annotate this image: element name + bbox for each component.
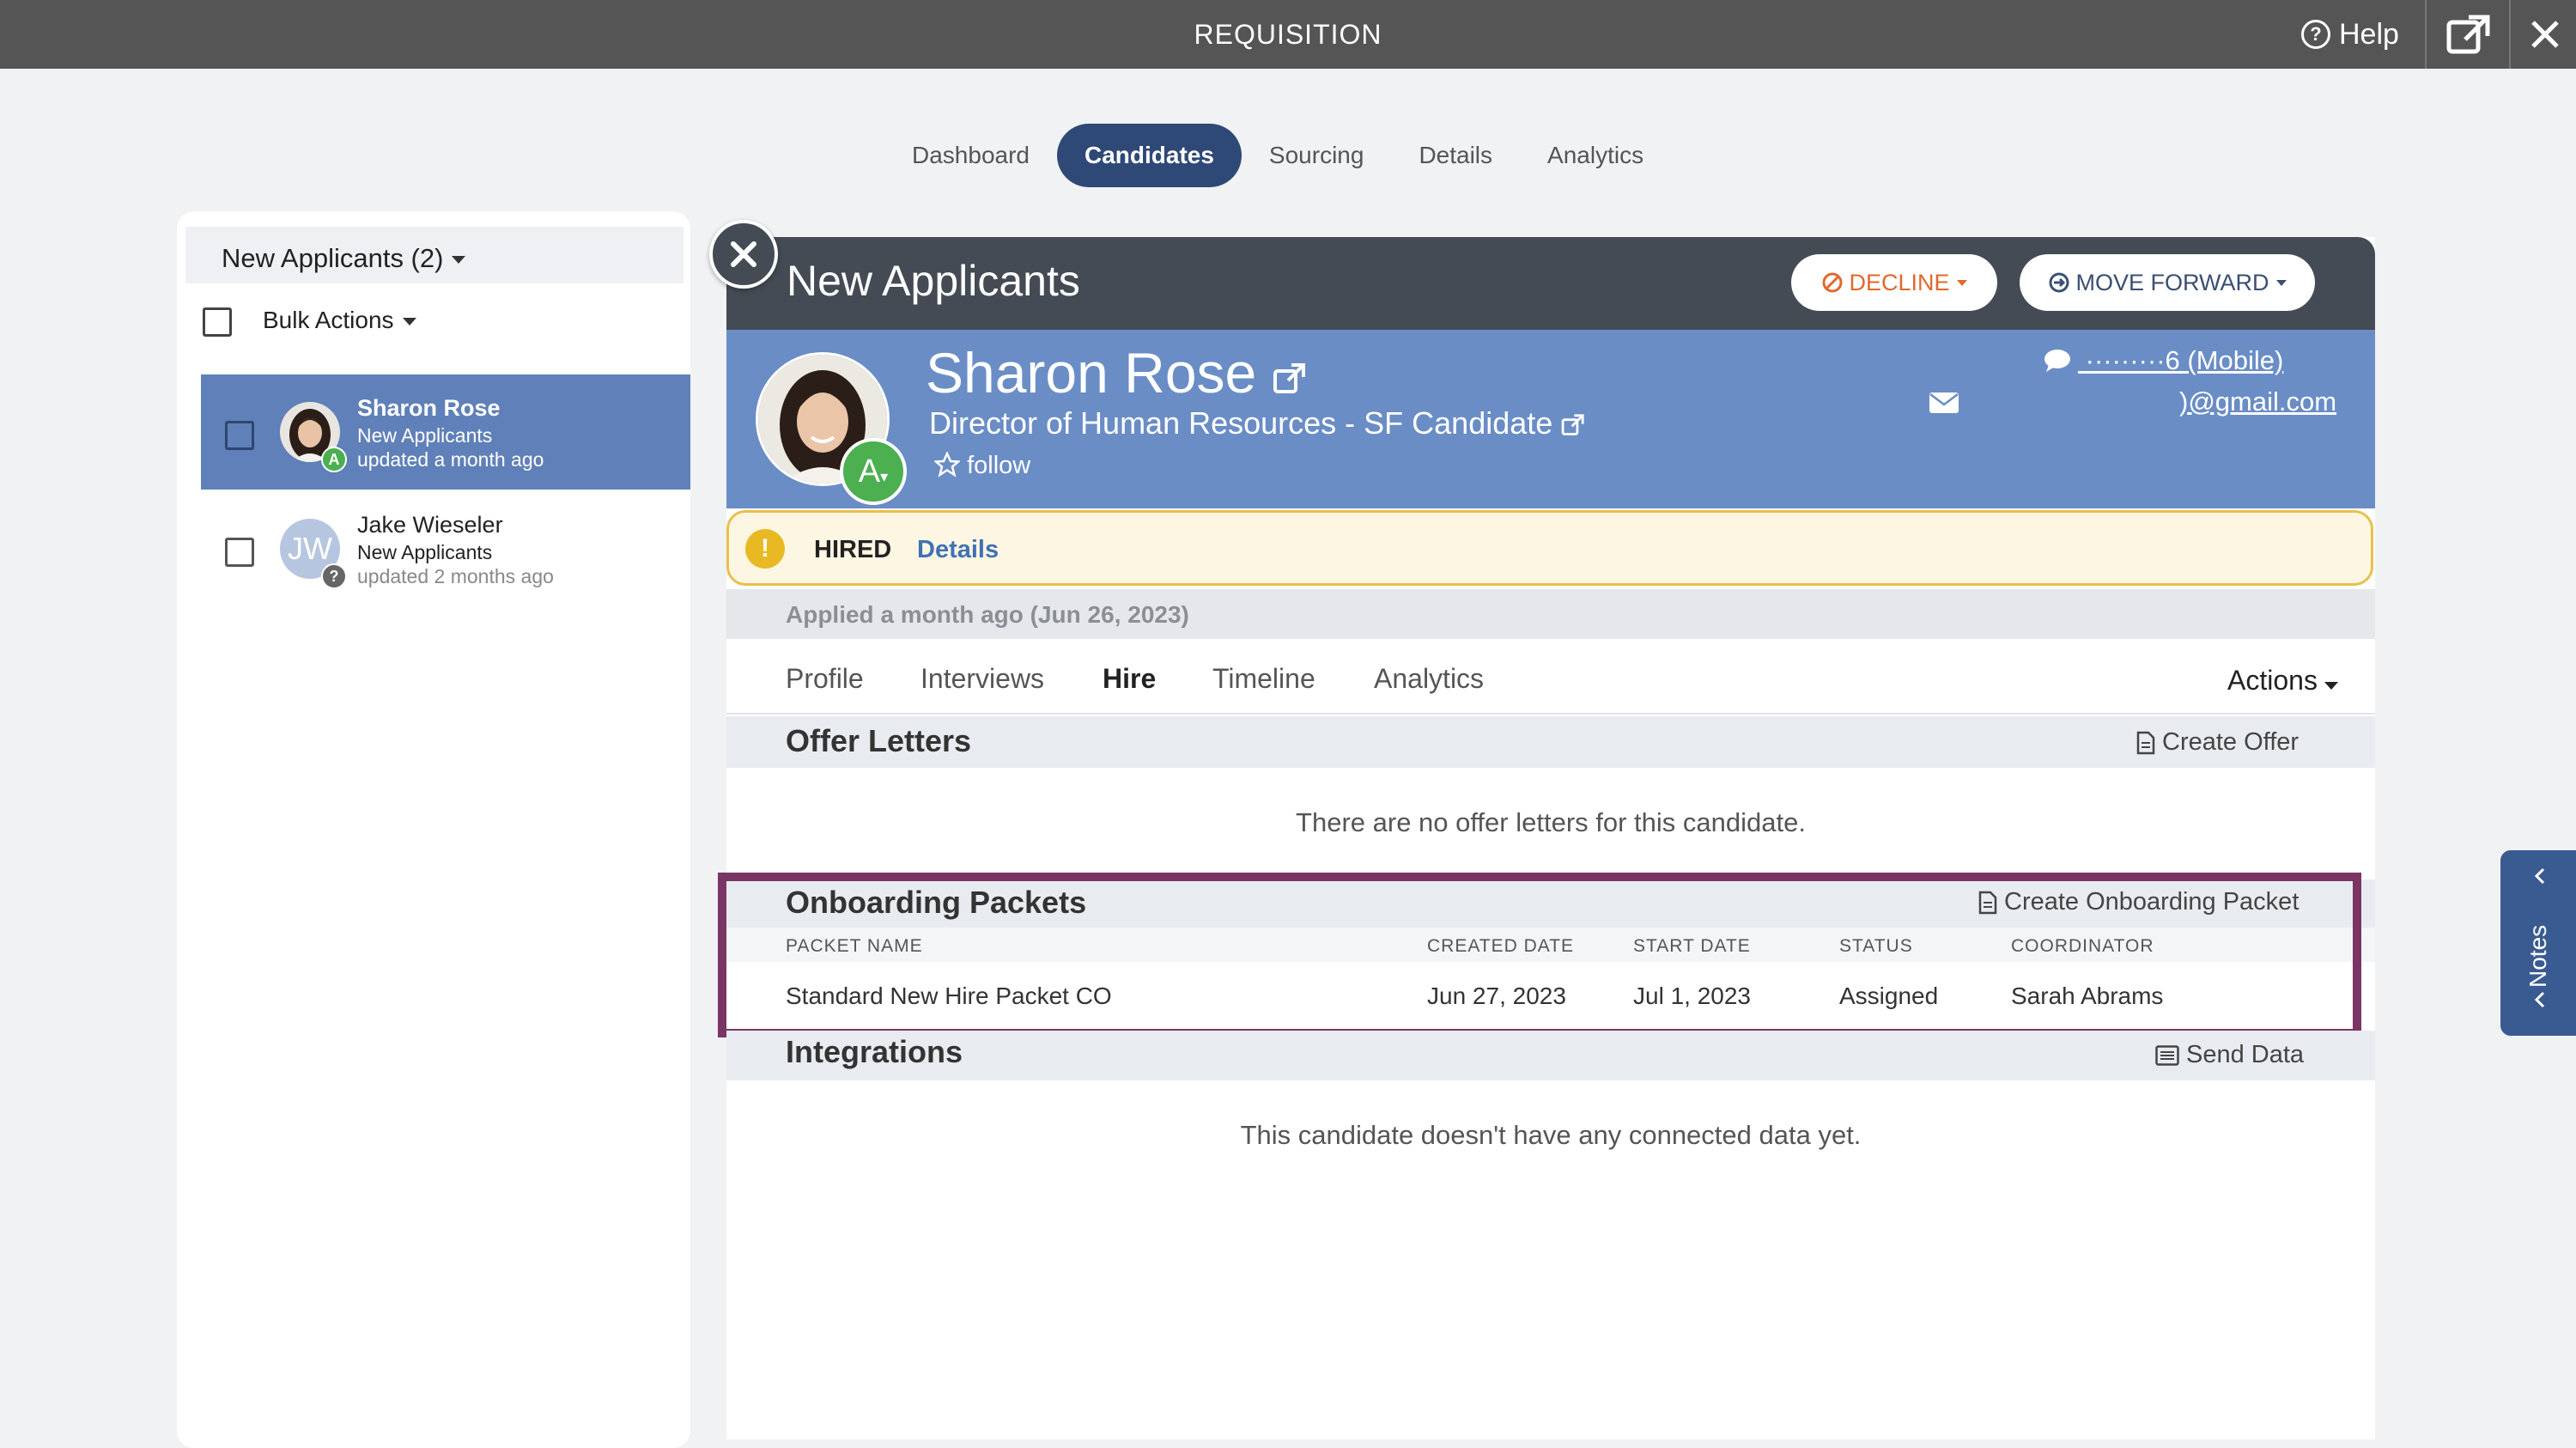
arrow-circle-right-icon (2049, 272, 2069, 293)
integrations-empty: This candidate doesn't have any connecte… (1240, 1120, 1862, 1150)
candidate-updated: updated 2 months ago (357, 565, 554, 587)
help-label: Help (2339, 17, 2399, 51)
bulk-actions-label: Bulk Actions (263, 307, 394, 333)
question-icon: ? (2301, 20, 2330, 49)
actions-label: Actions (2227, 665, 2318, 696)
tab-candidates[interactable]: Candidates (1056, 124, 1242, 187)
caret-down-icon (2275, 279, 2287, 286)
chevron-left-icon (2534, 991, 2545, 1008)
offer-letters-title: Offer Letters (786, 723, 972, 758)
send-data-label: Send Data (2186, 1041, 2305, 1068)
panel-title: New Applicants (787, 257, 1080, 305)
external-link-icon (2446, 15, 2490, 54)
candidate-role[interactable]: Director of Human Resources - SF Candida… (929, 405, 1585, 441)
list-icon (2155, 1044, 2179, 1066)
grade-badge: ? (321, 563, 347, 589)
status-details-link[interactable]: Details (917, 536, 999, 564)
send-data-button[interactable]: Send Data (2155, 1041, 2304, 1069)
help-button[interactable]: ? Help (2301, 0, 2399, 69)
caret-down-icon (1956, 279, 1967, 286)
subtab-analytics[interactable]: Analytics (1374, 663, 1484, 695)
create-offer-label: Create Offer (2162, 728, 2300, 756)
window-title: REQUISITION (1194, 19, 1382, 50)
tab-analytics[interactable]: Analytics (1520, 124, 1671, 187)
applied-date: Applied a month ago (Jun 26, 2023) (786, 601, 1189, 628)
candidate-stage: New Applicants (357, 541, 493, 563)
grade-badge: A (321, 447, 347, 472)
candidate-role-text: Director of Human Resources - SF Candida… (929, 405, 1553, 441)
caret-down-icon (402, 318, 416, 326)
close-icon (731, 241, 756, 267)
stage-group-label[interactable]: New Applicants (2) (222, 243, 466, 274)
envelope-icon (1929, 392, 1959, 413)
phone-link[interactable]: ·········6 (Mobile) (2044, 345, 2283, 376)
integrations-header (726, 1031, 2375, 1080)
chat-bubble-icon (2044, 350, 2070, 372)
candidate-updated: updated a month ago (357, 448, 544, 471)
candidate-checkbox[interactable] (225, 421, 254, 450)
candidate-row-jake-wieseler[interactable]: JW ? Jake Wieseler New Applicants update… (201, 491, 690, 606)
integrations-title: Integrations (786, 1034, 963, 1069)
notes-label: Notes (2524, 924, 2551, 988)
requisition-nav: Dashboard Candidates Sourcing Details An… (884, 124, 1671, 187)
exclamation-icon: ! (745, 529, 785, 569)
document-icon (2136, 731, 2155, 754)
caret-down-icon: ▾ (880, 468, 889, 485)
create-offer-button[interactable]: Create Offer (2136, 728, 2299, 757)
caret-down-icon (452, 256, 466, 265)
candidate-name-text: Sharon Rose (926, 341, 1257, 405)
tab-details[interactable]: Details (1391, 124, 1520, 187)
move-forward-button[interactable]: MOVE FORWARD (2020, 254, 2315, 311)
follow-label: follow (967, 452, 1031, 479)
candidate-name-heading[interactable]: Sharon Rose (926, 340, 1307, 405)
caret-down-icon (2324, 682, 2338, 690)
send-email-button[interactable] (1929, 392, 1959, 418)
candidate-checkbox[interactable] (225, 538, 254, 567)
external-link-icon[interactable] (1273, 362, 1307, 396)
candidate-name: Jake Wieseler (357, 512, 503, 538)
external-link-icon (1562, 414, 1584, 435)
email-link[interactable]: ⁠)@gmail.com (2179, 386, 2336, 417)
decline-label: DECLINE (1849, 269, 1950, 295)
candidate-row-sharon-rose[interactable]: A Sharon Rose New Applicants updated a m… (201, 374, 690, 490)
follow-button[interactable]: follow (933, 450, 1031, 480)
offer-letters-empty: There are no offer letters for this cand… (1296, 807, 1806, 837)
decline-button[interactable]: DECLINE (1791, 254, 1997, 311)
popout-button[interactable] (2430, 0, 2507, 69)
close-window-button[interactable] (2514, 0, 2576, 69)
bulk-select-checkbox[interactable] (203, 307, 232, 337)
star-icon (933, 450, 962, 478)
subtab-interviews[interactable]: Interviews (920, 663, 1044, 695)
tab-dashboard[interactable]: Dashboard (884, 124, 1057, 187)
grade-value: A (858, 453, 881, 490)
highlight-outline (718, 873, 2361, 1037)
actions-dropdown[interactable]: Actions (2227, 665, 2338, 697)
phone-text: ·········6 (Mobile) (2085, 345, 2284, 375)
tab-sourcing[interactable]: Sourcing (1242, 124, 1392, 187)
divider (2425, 0, 2427, 69)
status-label: HIRED (814, 536, 892, 563)
move-forward-label: MOVE FORWARD (2075, 269, 2269, 295)
subtab-hire[interactable]: Hire (1103, 663, 1156, 695)
close-panel-button[interactable] (709, 220, 778, 289)
offer-letters-header (726, 716, 2375, 768)
subtab-profile[interactable]: Profile (786, 663, 864, 695)
divider (2509, 0, 2511, 69)
candidate-stage: New Applicants (357, 424, 493, 447)
chevron-left-icon (2534, 867, 2545, 885)
subtab-timeline[interactable]: Timeline (1212, 663, 1315, 695)
grade-dropdown[interactable]: A▾ (840, 438, 907, 505)
header-spacer (0, 69, 2576, 86)
stage-group-text: New Applicants (2) (222, 243, 444, 273)
close-icon (2531, 21, 2559, 48)
bulk-actions-dropdown[interactable]: Bulk Actions (263, 307, 416, 334)
candidate-name: Sharon Rose (357, 395, 501, 421)
ban-icon (1822, 272, 1843, 293)
